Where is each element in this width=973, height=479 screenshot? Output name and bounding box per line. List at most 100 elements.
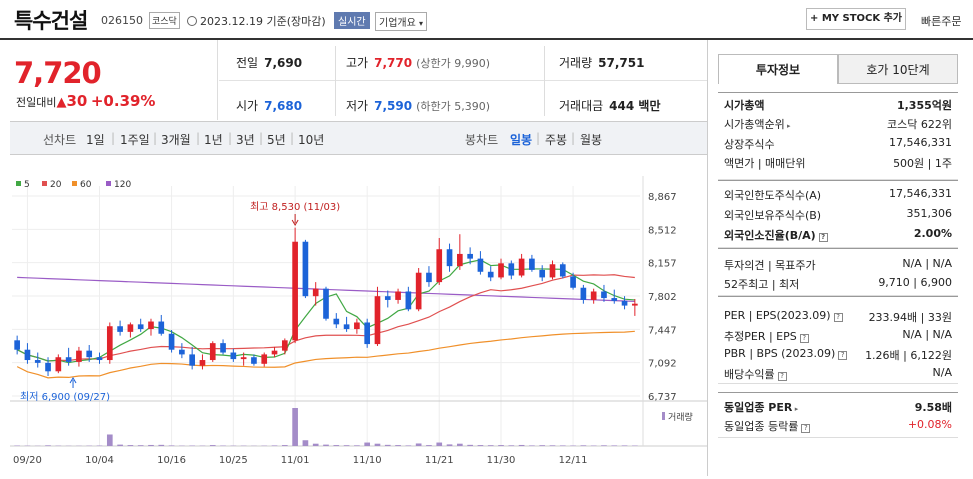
up-triangle-icon: ▲ bbox=[56, 95, 66, 110]
period-1w[interactable]: 1주일 bbox=[120, 131, 150, 148]
candle-body bbox=[622, 301, 628, 306]
x-tick-label: 09/20 bbox=[13, 455, 42, 466]
low-price: 저가7,590(하한가 5,390) bbox=[346, 97, 490, 114]
candle-body bbox=[97, 357, 103, 360]
candle-body bbox=[375, 296, 381, 344]
volume-bar bbox=[333, 445, 339, 446]
volume-bar bbox=[622, 445, 628, 446]
week52-row: 52주최고 | 최저9,710 | 6,900 bbox=[724, 276, 952, 294]
volume-bar bbox=[385, 445, 391, 446]
my-stock-add-button[interactable]: + MY STOCK 추가 bbox=[806, 8, 906, 30]
per-eps-row: PER | EPS(2023.09)?233.94배 | 33원 bbox=[724, 309, 952, 327]
candle-body bbox=[488, 272, 494, 278]
volume-bar bbox=[210, 445, 216, 446]
industry-per-row[interactable]: 동일업종 PER ▸9.58배 bbox=[724, 399, 952, 417]
candle-body bbox=[76, 351, 82, 362]
realtime-button[interactable]: 실시간 bbox=[334, 12, 370, 29]
listed-shares-row: 상장주식수17,546,331 bbox=[724, 136, 952, 154]
candle-body bbox=[117, 326, 123, 332]
volume-bar bbox=[426, 445, 432, 446]
help-icon[interactable]: ? bbox=[800, 334, 809, 343]
stock-chart[interactable]: 8,8678,5128,1577,8027,4477,0926,73709/20… bbox=[10, 156, 707, 476]
candle-body bbox=[385, 296, 391, 300]
volume-bar bbox=[539, 445, 545, 446]
dividend-row: 배당수익률?N/A bbox=[724, 366, 952, 384]
open-price: 시가7,680 bbox=[236, 97, 302, 114]
industry-box: 동일업종 PER ▸9.58배 동일업종 등락률?+0.08% bbox=[718, 392, 958, 438]
candle-chart-tab[interactable]: 봉차트 bbox=[465, 131, 498, 148]
market-cap-rank-row[interactable]: 시가총액순위 ▸코스닥 622위 bbox=[724, 116, 952, 134]
volume-bar bbox=[601, 445, 607, 446]
candle-body bbox=[107, 326, 113, 360]
period-monthly[interactable]: 월봉 bbox=[580, 131, 602, 148]
volume-bar bbox=[292, 408, 298, 446]
volume-bar bbox=[354, 445, 360, 446]
volume-bar bbox=[364, 443, 370, 446]
x-tick-label: 10/16 bbox=[157, 455, 186, 466]
quick-order-link[interactable]: 빠른주문 bbox=[921, 13, 961, 29]
candle-body bbox=[560, 264, 566, 276]
candle-body bbox=[333, 319, 339, 325]
candle-body bbox=[179, 350, 185, 355]
period-daily[interactable]: 일봉 bbox=[510, 131, 532, 148]
candle-body bbox=[508, 263, 514, 275]
y-tick-label: 8,512 bbox=[648, 225, 677, 236]
volume-bar bbox=[488, 445, 494, 446]
candle-body bbox=[251, 357, 257, 364]
candle-body bbox=[436, 249, 442, 282]
period-1y[interactable]: 1년 bbox=[204, 131, 223, 148]
volume-bar bbox=[344, 445, 350, 446]
change-percent: +0.39% bbox=[91, 92, 156, 110]
line-chart-tab[interactable]: 선차트 bbox=[43, 131, 76, 148]
date-text: 2023.12.19 bbox=[200, 15, 263, 28]
price-change: 전일대비▲30 +0.39% bbox=[16, 92, 155, 110]
market-cap-row: 시가총액1,355억원 bbox=[724, 97, 952, 115]
candle-body bbox=[601, 291, 607, 298]
tab-invest-info[interactable]: 투자정보 bbox=[718, 54, 838, 84]
volume-bar bbox=[457, 444, 463, 446]
candle-body bbox=[128, 324, 134, 332]
market-badge: 코스닥 bbox=[149, 12, 180, 29]
pbr-bps-row: PBR | BPS (2023.09)?1.26배 | 6,122원 bbox=[724, 347, 952, 365]
company-info-dropdown[interactable]: 기업개요 ▾ bbox=[375, 12, 427, 31]
volume-bar bbox=[158, 445, 164, 446]
candle-body bbox=[632, 304, 638, 306]
help-icon[interactable]: ? bbox=[838, 351, 847, 360]
x-tick-label: 11/10 bbox=[353, 455, 382, 466]
candle-body bbox=[611, 298, 617, 301]
candle-body bbox=[457, 254, 463, 266]
high-price: 고가7,770(상한가 9,990) bbox=[346, 54, 490, 71]
clock-icon bbox=[187, 16, 197, 26]
period-1d[interactable]: 1일 bbox=[86, 131, 105, 148]
period-3m[interactable]: 3개월 bbox=[161, 131, 191, 148]
period-10y[interactable]: 10년 bbox=[298, 131, 324, 148]
help-icon[interactable]: ? bbox=[778, 372, 787, 381]
x-tick-label: 11/01 bbox=[281, 455, 310, 466]
help-icon[interactable]: ? bbox=[834, 313, 843, 322]
volume-bar bbox=[550, 445, 556, 446]
legend-label: 120 bbox=[114, 180, 131, 190]
period-weekly[interactable]: 주봉 bbox=[545, 131, 567, 148]
legend-label: 5 bbox=[24, 180, 30, 190]
volume: 거래량57,751 bbox=[559, 54, 644, 71]
opinion-row: 투자의견 | 목표주가N/A | N/A bbox=[724, 257, 952, 275]
help-icon[interactable]: ? bbox=[801, 424, 810, 433]
candlestick-chart-svg: 8,8678,5128,1577,8027,4477,0926,73709/20… bbox=[10, 156, 707, 476]
volume-bar bbox=[313, 444, 319, 446]
help-icon[interactable]: ? bbox=[819, 233, 828, 242]
volume-bar bbox=[519, 445, 525, 446]
candle-body bbox=[426, 273, 432, 282]
volume-bar bbox=[272, 445, 278, 446]
candle-body bbox=[292, 242, 298, 341]
tab-order-book[interactable]: 호가 10단계 bbox=[838, 54, 958, 84]
trade-amount: 거래대금444 백만 bbox=[559, 97, 660, 114]
candle-body bbox=[550, 264, 556, 277]
volume-bar bbox=[282, 445, 288, 446]
period-5y[interactable]: 5년 bbox=[267, 131, 286, 148]
volume-bar bbox=[467, 445, 473, 446]
volume-bar bbox=[498, 445, 504, 446]
period-3y[interactable]: 3년 bbox=[236, 131, 255, 148]
candle-body bbox=[539, 270, 545, 278]
candle-body bbox=[498, 263, 504, 277]
candle-body bbox=[447, 249, 453, 266]
